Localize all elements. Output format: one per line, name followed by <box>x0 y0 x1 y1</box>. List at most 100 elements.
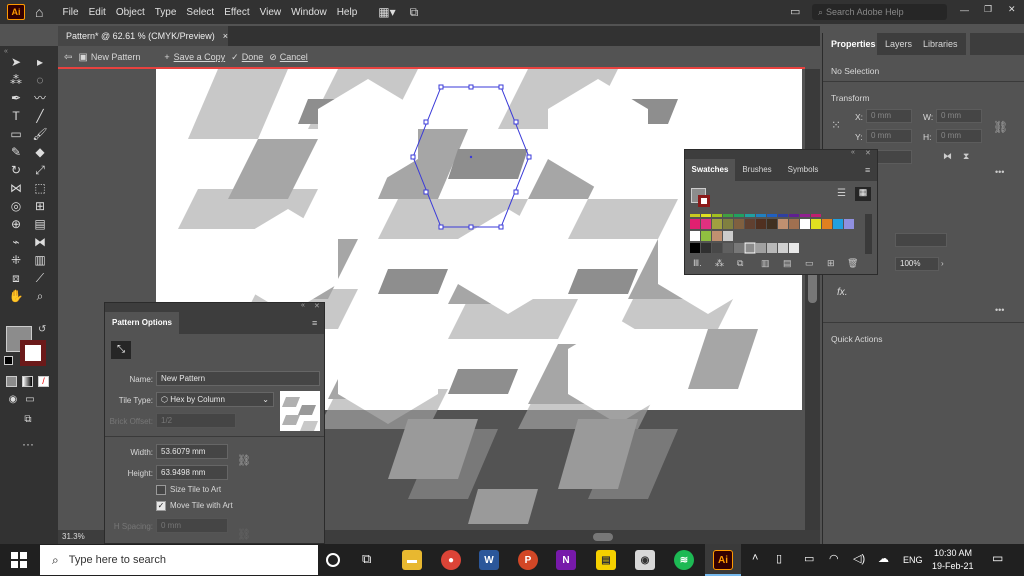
opacity-dropdown-icon[interactable]: › <box>941 259 944 268</box>
home-icon[interactable]: ⌂ <box>35 4 43 20</box>
edit-toolbar-icon[interactable]: ··· <box>20 436 36 452</box>
grid-view-icon[interactable]: ▦ <box>855 187 871 201</box>
screen-mode-icon[interactable]: ▭ <box>22 392 38 408</box>
clock-time[interactable]: 10:30 AM <box>934 548 972 558</box>
curvature-tool-icon[interactable]: 〰 <box>32 90 48 106</box>
cortana-icon[interactable] <box>326 553 340 567</box>
free-transform-tool-icon[interactable]: ⬚ <box>32 180 48 196</box>
menu-file[interactable]: File <box>57 7 83 18</box>
menu-edit[interactable]: Edit <box>84 7 111 18</box>
list-view-icon[interactable]: ☰ <box>837 188 846 199</box>
cancel-button[interactable]: Cancel <box>280 52 308 62</box>
clock-date[interactable]: 19-Feb-21 <box>932 561 974 571</box>
artboard-tool-icon[interactable]: ⧈ <box>8 270 24 286</box>
new-color-group-icon[interactable]: ▥ <box>761 258 770 269</box>
selection-tool-icon[interactable]: ➤ <box>8 54 24 70</box>
size-tile-checkbox[interactable] <box>156 485 166 495</box>
x-field[interactable]: 0 mm <box>866 109 912 123</box>
pen-tool-icon[interactable]: ✒ <box>8 90 24 106</box>
reference-point-icon[interactable]: ⁙ <box>831 118 841 132</box>
tile-editor-icon[interactable]: ⤡ <box>111 341 131 359</box>
tab-close-icon[interactable]: × <box>223 31 228 41</box>
opacity-field[interactable]: 100% <box>895 257 939 271</box>
horizontal-scroll-thumb[interactable] <box>593 533 613 541</box>
default-colors-icon[interactable] <box>4 356 13 365</box>
slice-tool-icon[interactable]: ⟋ <box>32 270 48 286</box>
blend-tool-icon[interactable]: ⧓ <box>32 234 48 250</box>
onenote-icon[interactable]: N <box>556 550 576 570</box>
edit-colors-icon[interactable]: ▤ <box>783 258 792 269</box>
windows-start-icon[interactable] <box>11 552 27 568</box>
done-button[interactable]: Done <box>242 52 264 62</box>
restore-icon[interactable]: ❐ <box>984 4 992 15</box>
menu-view[interactable]: View <box>255 7 287 18</box>
magic-wand-tool-icon[interactable]: ⁂ <box>8 72 24 88</box>
new-swatch-folder-icon[interactable]: ▭ <box>805 258 814 269</box>
tab-brushes[interactable]: Brushes <box>735 159 779 181</box>
back-arrow-icon[interactable]: ⇦ <box>64 52 72 63</box>
workspace-switcher-icon[interactable]: ▭ <box>790 5 800 18</box>
color-mode-icon[interactable] <box>6 376 17 387</box>
show-swatch-kinds-icon[interactable]: ⁂ <box>715 258 724 269</box>
search-input[interactable]: ⌕ Search Adobe Help <box>812 4 947 20</box>
save-copy-button[interactable]: Save a Copy <box>174 52 226 62</box>
panel-close-icon[interactable]: ✕ <box>314 302 320 310</box>
wifi-icon[interactable]: ◠ <box>829 552 839 565</box>
name-field[interactable]: New Pattern <box>156 371 320 386</box>
show-hidden-icons[interactable]: ˄ <box>752 552 758 564</box>
rotate-tool-icon[interactable]: ↻ <box>8 162 24 178</box>
swatch-libraries-icon[interactable]: Ⅲ. <box>693 258 702 269</box>
notifications-icon[interactable]: ▭ <box>992 551 1003 565</box>
menu-effect[interactable]: Effect <box>219 7 254 18</box>
swatch-grid[interactable] <box>690 214 860 254</box>
gpu-performance-icon[interactable]: ⧉ <box>410 5 419 20</box>
tab-swatches[interactable]: Swatches <box>685 159 735 181</box>
scale-tool-icon[interactable]: ⤢ <box>32 162 48 178</box>
paint-icon[interactable]: ◉ <box>635 550 655 570</box>
onedrive-icon[interactable]: ☁ <box>878 552 889 565</box>
column-graph-tool-icon[interactable]: ▥ <box>32 252 48 268</box>
height-field[interactable]: 0 mm <box>936 129 982 143</box>
panel-title[interactable]: Pattern Options <box>105 312 179 334</box>
lasso-tool-icon[interactable]: ◌ <box>32 72 48 88</box>
delete-swatch-icon[interactable]: 🗑 <box>847 258 858 269</box>
swatch-options-icon[interactable]: ⧉ <box>737 258 743 269</box>
tab-layers[interactable]: Layers <box>877 33 921 55</box>
vertical-scrollbar[interactable] <box>805 69 820 544</box>
width-field[interactable]: 0 mm <box>936 109 982 123</box>
shape-builder-tool-icon[interactable]: ◎ <box>8 198 24 214</box>
sticky-notes-icon[interactable]: ▤ <box>596 550 616 570</box>
eraser-tool-icon[interactable]: ◆ <box>32 144 48 160</box>
transform-more-icon[interactable]: ••• <box>995 167 1004 177</box>
new-swatch-icon[interactable]: ⊞ <box>827 258 835 269</box>
menu-help[interactable]: Help <box>332 7 363 18</box>
perspective-grid-tool-icon[interactable]: ⊞ <box>32 198 48 214</box>
symbol-sprayer-tool-icon[interactable]: ⁜ <box>8 252 24 268</box>
stroke-preview-icon[interactable] <box>698 195 710 207</box>
line-tool-icon[interactable]: ╱ <box>32 108 48 124</box>
appearance-more-icon[interactable]: ••• <box>995 305 1004 315</box>
constrain-proportions-icon[interactable]: ⛓ <box>993 120 1008 134</box>
menu-window[interactable]: Window <box>286 7 332 18</box>
eyedropper-tool-icon[interactable]: ⌁ <box>8 234 24 250</box>
fx-button[interactable]: fx. <box>837 287 848 298</box>
gradient-mode-icon[interactable] <box>22 376 33 387</box>
phone-link-icon[interactable]: ▯ <box>776 552 782 565</box>
chrome-icon[interactable]: ● <box>441 550 461 570</box>
taskbar-search-box[interactable]: ⌕ Type here to search <box>40 545 318 575</box>
tab-properties[interactable]: Properties <box>823 33 884 55</box>
rectangle-tool-icon[interactable]: ▭ <box>8 126 24 142</box>
task-view-icon[interactable]: ⧉ <box>362 551 371 567</box>
powerpoint-icon[interactable]: P <box>518 550 538 570</box>
zoom-tool-icon[interactable]: ⌕ <box>32 288 48 304</box>
tab-symbols[interactable]: Symbols <box>779 159 827 181</box>
panel-menu-icon[interactable]: ≡ <box>865 165 870 175</box>
hand-tool-icon[interactable]: ✋ <box>8 288 24 304</box>
illustrator-taskbar-icon[interactable]: Ai <box>713 550 733 570</box>
draw-mode-icon[interactable]: ◉ <box>5 392 21 408</box>
mesh-tool-icon[interactable]: ⊕ <box>8 216 24 232</box>
menu-type[interactable]: Type <box>150 7 182 18</box>
height-field[interactable]: 63.9498 mm <box>156 465 228 480</box>
tab-libraries[interactable]: Libraries <box>915 33 966 55</box>
paintbrush-tool-icon[interactable]: 🖌 <box>32 126 48 142</box>
